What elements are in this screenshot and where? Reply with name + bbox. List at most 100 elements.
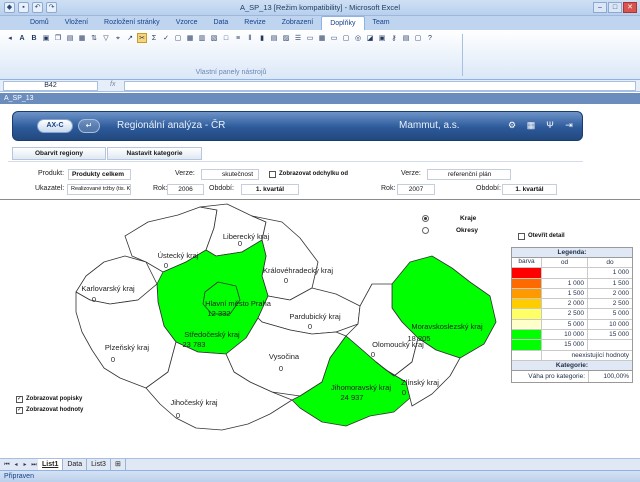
window2-icon[interactable]: ▢ (413, 33, 423, 43)
show-deviation-checkbox[interactable] (269, 171, 276, 178)
maximize-icon[interactable]: □ (608, 2, 622, 13)
image-icon[interactable]: ▣ (377, 33, 387, 43)
table-icon[interactable]: ▦ (525, 119, 537, 131)
sheet-tab-list3[interactable]: List3 (87, 459, 111, 470)
chart-icon[interactable]: ▮ (257, 33, 267, 43)
highlight-icon[interactable]: ◪ (365, 33, 375, 43)
copy-icon[interactable]: ❐ (53, 33, 63, 43)
rok1-field[interactable]: 2006 (167, 184, 204, 195)
legend-swatch (512, 299, 542, 309)
okresy-radio[interactable] (422, 227, 429, 234)
sort-icon[interactable]: ⇅ (89, 33, 99, 43)
kraje-radio[interactable] (422, 215, 429, 222)
help-icon[interactable]: ? (425, 33, 435, 43)
box-icon[interactable]: ▢ (173, 33, 183, 43)
prev-sheet-icon[interactable]: ◂ (12, 461, 20, 469)
format-icon[interactable]: ▤ (65, 33, 75, 43)
marker-icon[interactable]: ▦ (317, 33, 327, 43)
weight-value[interactable]: 100,00% (589, 371, 632, 382)
legend-from: 1 500 (542, 288, 588, 299)
filter-icon[interactable]: ▽ (101, 33, 111, 43)
tab-team[interactable]: Team (365, 16, 398, 30)
gear-icon[interactable]: ⚙ (506, 119, 518, 131)
sheet-icon[interactable]: ▨ (281, 33, 291, 43)
tab-doplnky[interactable]: Doplňky (321, 16, 365, 30)
tab-rozlozeni-stranky[interactable]: Rozložení stránky (96, 16, 168, 30)
ukazatel-field[interactable]: Realizované tržby (tis. Kč) (67, 184, 131, 195)
tab-revize[interactable]: Revize (236, 16, 273, 30)
rows-icon[interactable]: ≡ (233, 33, 243, 43)
produkt-label: Produkt: (38, 170, 65, 177)
legend-swatch (512, 309, 542, 319)
print-icon[interactable]: ▦ (77, 33, 87, 43)
obdobi2-field[interactable]: 1. kvartál (502, 184, 557, 195)
table-icon[interactable]: ▤ (269, 33, 279, 43)
produkt-field[interactable]: Produkty celkem (68, 169, 131, 180)
sheet-tab-bar: ⏮ ◂ ▸ ⏭ List1 Data List3 ⊞ (0, 458, 640, 470)
sheet-tab-data[interactable]: Data (63, 459, 88, 470)
legend-from: 2 500 (542, 309, 588, 319)
next-sheet-icon[interactable]: ▸ (21, 461, 29, 469)
arrow-icon[interactable]: ↗ (125, 33, 135, 43)
show-values-checkbox[interactable]: ✓ (16, 407, 23, 414)
tab-data[interactable]: Data (205, 16, 236, 30)
ribbon-tabs: Domů Vložení Rozložení stránky Vzorce Da… (0, 16, 640, 30)
tab-domu[interactable]: Domů (22, 16, 57, 30)
disk-icon[interactable]: ▣ (41, 33, 51, 43)
grid-icon[interactable]: ▦ (185, 33, 195, 43)
cut-icon[interactable]: ✂ (137, 33, 147, 43)
label-liberecky: Liberecký kraj (223, 232, 270, 241)
sheet-tab-list1[interactable]: List1 (38, 459, 64, 470)
fx-label: fx (110, 81, 116, 88)
cols-icon[interactable]: ⫴ (245, 33, 255, 43)
key-icon[interactable]: ⚷ (389, 33, 399, 43)
obdobi1-field[interactable]: 1. kvartál (241, 184, 299, 195)
exit-icon[interactable]: ⇥ (563, 119, 575, 131)
verze2-field[interactable]: referenční plán (427, 169, 511, 180)
name-box[interactable]: B42 (3, 81, 98, 91)
wrench-icon[interactable]: Ψ (544, 119, 556, 131)
pin-icon[interactable]: ⌖ (113, 33, 123, 43)
first-sheet-icon[interactable]: ⏮ (3, 461, 11, 469)
open-detail-checkbox[interactable] (518, 233, 525, 240)
insert-sheet-icon[interactable]: ⊞ (111, 459, 126, 470)
abc-icon[interactable]: ✓ (161, 33, 171, 43)
show-deviation-label: Zobrazovat odchylku od (279, 171, 349, 177)
back-button[interactable]: ↵ (78, 119, 100, 133)
list-icon[interactable]: ☰ (293, 33, 303, 43)
last-sheet-icon[interactable]: ⏭ (30, 461, 38, 469)
legend-no-value-swatch (512, 350, 542, 360)
verze1-field[interactable]: skutečnost (201, 169, 259, 180)
bold-icon[interactable]: B (29, 33, 39, 43)
legend-col-color: barva (512, 258, 542, 268)
czech-regions-map: Liberecký kraj 0 Ústecký kraj 0 Královéh… (75, 203, 497, 431)
refresh-regions-button[interactable]: Obarvit regiony (12, 147, 106, 160)
legend-row: 5 000 10 000 (512, 319, 632, 331)
dialog-icon[interactable]: ▤ (401, 33, 411, 43)
formula-bar: B42 fx (0, 80, 640, 92)
arrow-left-icon[interactable]: ◂ (5, 33, 15, 43)
split-icon[interactable]: ▧ (209, 33, 219, 43)
cell-icon[interactable]: □ (221, 33, 231, 43)
axc-logo-button[interactable]: AX-C (37, 119, 73, 133)
formula-input[interactable] (124, 81, 636, 91)
rok2-field[interactable]: 2007 (397, 184, 435, 195)
tab-vzorce[interactable]: Vzorce (168, 16, 206, 30)
sum-icon[interactable]: Σ (149, 33, 159, 43)
weight-label: Váha pro kategorie: (512, 370, 589, 382)
app-icons: ⚙ ▦ Ψ ⇥ (506, 119, 575, 131)
panel-icon[interactable]: ▭ (305, 33, 315, 43)
close-icon[interactable]: ✕ (623, 2, 637, 13)
lasso-icon[interactable]: ◎ (353, 33, 363, 43)
merge-icon[interactable]: ▥ (197, 33, 207, 43)
set-categories-button[interactable]: Nastavit kategorie (107, 147, 202, 160)
minimize-icon[interactable]: – (593, 2, 607, 13)
tab-vlozeni[interactable]: Vložení (57, 16, 96, 30)
tab-zobrazeni[interactable]: Zobrazení (274, 16, 322, 30)
font-a-icon[interactable]: A (17, 33, 27, 43)
show-labels-checkbox[interactable]: ✓ (16, 396, 23, 403)
verze2-label: Verze: (401, 170, 421, 177)
frame-icon[interactable]: ▢ (341, 33, 351, 43)
window-title: A_SP_13 [Režim kompatibility] - Microsof… (239, 3, 401, 12)
window-icon[interactable]: ▭ (329, 33, 339, 43)
